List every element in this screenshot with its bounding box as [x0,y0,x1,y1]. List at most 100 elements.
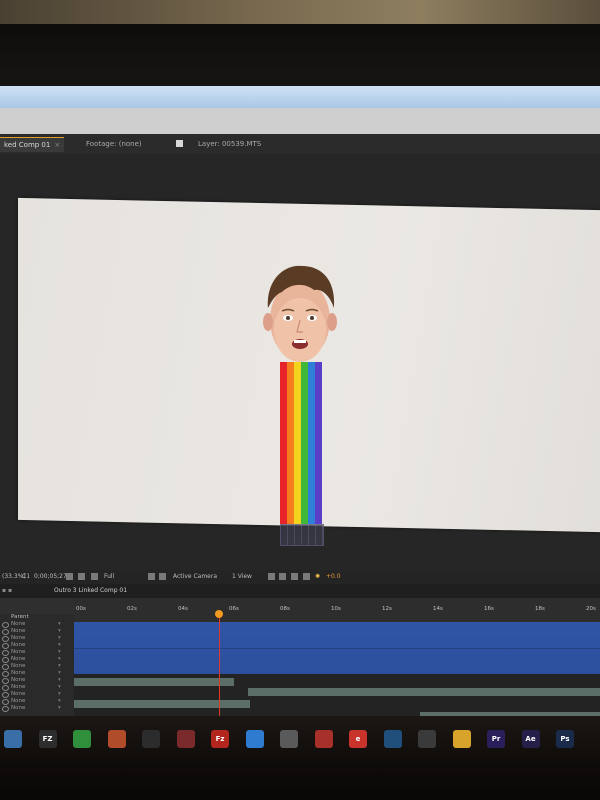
dropdown-arrow-icon[interactable]: ▾ [58,663,61,670]
ruler-tick-label: 14s [433,606,443,612]
tab-layer-label: Layer: 00539.MTS [198,140,262,148]
layer-bar[interactable] [74,700,250,708]
layer-row[interactable]: None ▾ [0,635,74,642]
layer-row[interactable]: None ▾ [0,649,74,656]
premiere-icon[interactable]: Pr [487,730,505,748]
layer-row[interactable]: None ▾ [0,628,74,635]
dropdown-arrow-icon[interactable]: ▾ [58,621,61,628]
camtasia-icon[interactable] [73,730,91,748]
tab-footage[interactable]: Footage: (none) [82,137,146,151]
archive-icon[interactable] [107,730,126,748]
timeline-tab-bar: ▪ ▪ Outro 3 Linked Comp 01 [0,584,600,598]
render-queue-tab[interactable]: ▪ ▪ [2,587,12,594]
dropdown-arrow-icon[interactable]: ▾ [58,635,61,642]
dropdown-arrow-icon[interactable]: ▾ [58,705,61,712]
ie-icon[interactable]: e [349,730,367,748]
menu-bar [0,108,600,135]
dropdown-arrow-icon[interactable]: ▾ [58,677,61,684]
parent-select[interactable]: None [11,691,25,697]
layer-bar[interactable] [248,688,600,696]
close-icon[interactable]: × [54,141,60,149]
audio-icon[interactable] [314,730,333,748]
dropdown-arrow-icon[interactable]: ▾ [58,684,61,691]
transparency-grid-icon[interactable] [159,573,166,580]
exposure-value[interactable]: +0.0 [326,573,341,580]
play-icon[interactable] [418,730,436,748]
ruler-tick-label: 20s [586,606,596,612]
dropbox-icon[interactable] [245,730,264,748]
show-snapshot-icon[interactable] [78,573,85,580]
ruler-tick-label: 00s [76,606,86,612]
tab-layer[interactable]: Layer: 00539.MTS [194,137,265,151]
timeline-icon[interactable] [291,573,298,580]
dropdown-arrow-icon[interactable]: ▾ [58,628,61,635]
resolution-select[interactable]: Full [104,573,114,580]
parent-select[interactable]: None [11,677,25,683]
fast-preview-icon[interactable] [279,573,286,580]
dropdown-arrow-icon[interactable]: ▾ [58,649,61,656]
layer-list: Parent None ▾ None ▾ None ▾ None ▾ None ▾ None ▾ Non… [0,598,74,716]
viewer-tab-bar: ked Comp 01 × Footage: (none) Layer: 0053… [0,134,600,155]
rainbow-trail [280,362,322,524]
layer-row[interactable]: None ▾ [0,691,74,698]
view-layout-select[interactable]: 1 View [232,573,252,580]
parent-select[interactable]: None [11,698,25,704]
dropdown-arrow-icon[interactable]: ▾ [58,698,61,705]
photoshop-icon[interactable]: Ps [556,730,574,748]
layer-row[interactable]: None ▾ [0,684,74,691]
parent-select[interactable]: None [11,684,25,690]
network-icon[interactable] [383,730,402,748]
layer-row[interactable]: None ▾ [0,663,74,670]
dropdown-arrow-icon[interactable]: ▾ [58,642,61,649]
after-effects-icon[interactable]: Ae [521,730,540,748]
parent-select[interactable]: None [11,663,25,669]
channel-button[interactable]: C1 [22,573,30,580]
visibility-eye-icon[interactable] [2,706,9,712]
dropdown-arrow-icon[interactable]: ▾ [58,670,61,677]
parent-select[interactable]: None [11,621,25,627]
recorder-icon[interactable]: FZ [38,730,57,748]
current-time-indicator[interactable] [219,612,220,724]
layer-bounding-handle[interactable] [280,524,324,546]
layer-row[interactable]: None ▾ [0,677,74,684]
camera-view-select[interactable]: Active Camera [173,573,217,580]
tab-composition[interactable]: ked Comp 01 × [0,137,65,152]
layer-row[interactable]: None ▾ [0,698,74,705]
chrome-icon[interactable] [452,730,471,748]
ruler-tick-label: 10s [331,606,341,612]
dropdown-arrow-icon[interactable]: ▾ [58,691,61,698]
time-ruler[interactable]: 00s 02s 04s 06s 08s 10s 12s 14s 16s 18s 20s [74,598,600,623]
playhead-handle[interactable] [215,610,223,618]
layer-duration-bar[interactable] [74,622,600,674]
ruler-tick-label: 18s [535,606,545,612]
dropdown-arrow-icon[interactable]: ▾ [58,656,61,663]
toggle-pixel-aspect-icon[interactable] [268,573,275,580]
record-icon[interactable] [176,730,195,748]
exposure-icon[interactable]: ✺ [315,573,320,580]
snapshot-icon[interactable] [66,573,73,580]
steam-icon[interactable] [142,730,160,748]
layer-bar[interactable] [74,678,234,686]
layer-row[interactable]: None ▾ [0,621,74,628]
parent-select[interactable]: None [11,635,25,641]
region-of-interest-icon[interactable] [148,573,155,580]
parent-select[interactable]: None [11,656,25,662]
folder-icon[interactable] [4,730,22,748]
current-time[interactable]: 0;00;05;27 [34,573,67,580]
parent-select[interactable]: None [11,628,25,634]
color-channel-icon[interactable] [91,573,98,580]
layer-row[interactable]: None ▾ [0,656,74,663]
flowchart-icon[interactable] [303,573,310,580]
layer-row[interactable]: None ▾ [0,670,74,677]
layer-row[interactable]: None ▾ [0,705,74,712]
timeline-comp-tab[interactable]: Outro 3 Linked Comp 01 [54,587,127,594]
parent-select[interactable]: None [11,649,25,655]
media-icon[interactable] [280,730,298,748]
parent-select[interactable]: None [11,670,25,676]
layer-row[interactable]: None ▾ [0,642,74,649]
window-title-bar [0,86,600,108]
filezilla-icon[interactable]: Fz [211,730,229,748]
parent-select[interactable]: None [11,642,25,648]
ruler-tick-label: 04s [178,606,188,612]
parent-select[interactable]: None [11,705,25,711]
